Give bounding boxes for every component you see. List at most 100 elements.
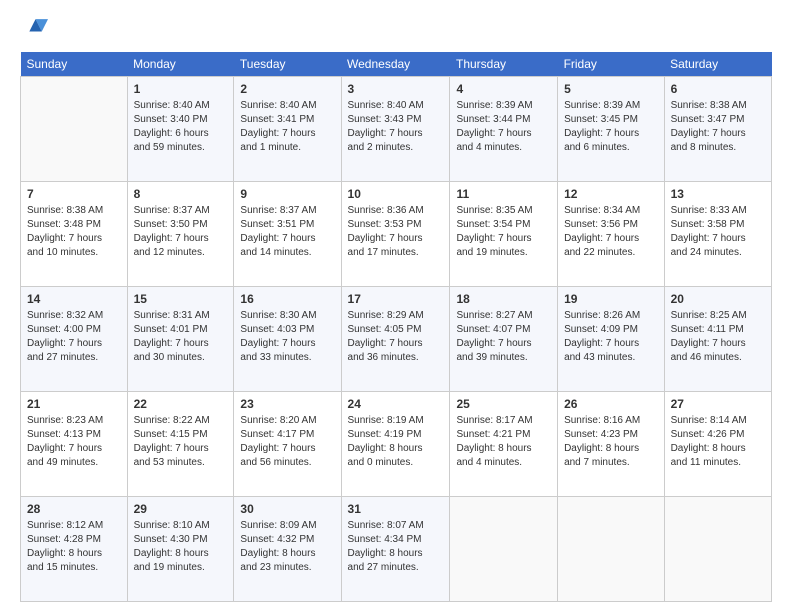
- day-info: Sunrise: 8:12 AMSunset: 4:28 PMDaylight:…: [27, 519, 121, 575]
- calendar-cell: [664, 497, 771, 602]
- calendar-cell: 9Sunrise: 8:37 AMSunset: 3:51 PMDaylight…: [234, 182, 341, 287]
- calendar-cell: 18Sunrise: 8:27 AMSunset: 4:07 PMDayligh…: [450, 287, 558, 392]
- day-number: 21: [27, 396, 121, 413]
- calendar-cell: 17Sunrise: 8:29 AMSunset: 4:05 PMDayligh…: [341, 287, 450, 392]
- calendar-cell: [450, 497, 558, 602]
- day-number: 16: [240, 291, 334, 308]
- calendar-cell: 20Sunrise: 8:25 AMSunset: 4:11 PMDayligh…: [664, 287, 771, 392]
- day-info: Sunrise: 8:40 AMSunset: 3:40 PMDaylight:…: [134, 99, 228, 155]
- calendar-cell: 24Sunrise: 8:19 AMSunset: 4:19 PMDayligh…: [341, 392, 450, 497]
- day-info: Sunrise: 8:32 AMSunset: 4:00 PMDaylight:…: [27, 309, 121, 365]
- day-info: Sunrise: 8:07 AMSunset: 4:34 PMDaylight:…: [348, 519, 444, 575]
- calendar-cell: 2Sunrise: 8:40 AMSunset: 3:41 PMDaylight…: [234, 77, 341, 182]
- day-info: Sunrise: 8:20 AMSunset: 4:17 PMDaylight:…: [240, 414, 334, 470]
- day-number: 9: [240, 186, 334, 203]
- day-info: Sunrise: 8:16 AMSunset: 4:23 PMDaylight:…: [564, 414, 658, 470]
- day-info: Sunrise: 8:26 AMSunset: 4:09 PMDaylight:…: [564, 309, 658, 365]
- calendar-cell: 14Sunrise: 8:32 AMSunset: 4:00 PMDayligh…: [21, 287, 128, 392]
- calendar-cell: 25Sunrise: 8:17 AMSunset: 4:21 PMDayligh…: [450, 392, 558, 497]
- day-number: 6: [671, 81, 765, 98]
- calendar-week-row: 7Sunrise: 8:38 AMSunset: 3:48 PMDaylight…: [21, 182, 772, 287]
- day-info: Sunrise: 8:36 AMSunset: 3:53 PMDaylight:…: [348, 204, 444, 260]
- day-info: Sunrise: 8:23 AMSunset: 4:13 PMDaylight:…: [27, 414, 121, 470]
- day-info: Sunrise: 8:37 AMSunset: 3:51 PMDaylight:…: [240, 204, 334, 260]
- day-info: Sunrise: 8:34 AMSunset: 3:56 PMDaylight:…: [564, 204, 658, 260]
- weekday-sunday: Sunday: [21, 52, 128, 77]
- calendar-cell: 23Sunrise: 8:20 AMSunset: 4:17 PMDayligh…: [234, 392, 341, 497]
- calendar-header: SundayMondayTuesdayWednesdayThursdayFrid…: [21, 52, 772, 77]
- day-number: 23: [240, 396, 334, 413]
- calendar-cell: 27Sunrise: 8:14 AMSunset: 4:26 PMDayligh…: [664, 392, 771, 497]
- calendar-week-row: 21Sunrise: 8:23 AMSunset: 4:13 PMDayligh…: [21, 392, 772, 497]
- calendar-cell: 6Sunrise: 8:38 AMSunset: 3:47 PMDaylight…: [664, 77, 771, 182]
- calendar-cell: 19Sunrise: 8:26 AMSunset: 4:09 PMDayligh…: [558, 287, 665, 392]
- day-number: 24: [348, 396, 444, 413]
- day-info: Sunrise: 8:30 AMSunset: 4:03 PMDaylight:…: [240, 309, 334, 365]
- day-number: 1: [134, 81, 228, 98]
- calendar-week-row: 28Sunrise: 8:12 AMSunset: 4:28 PMDayligh…: [21, 497, 772, 602]
- day-number: 30: [240, 501, 334, 518]
- day-number: 4: [456, 81, 551, 98]
- weekday-friday: Friday: [558, 52, 665, 77]
- page: SundayMondayTuesdayWednesdayThursdayFrid…: [0, 0, 792, 612]
- day-info: Sunrise: 8:38 AMSunset: 3:47 PMDaylight:…: [671, 99, 765, 155]
- calendar-cell: 28Sunrise: 8:12 AMSunset: 4:28 PMDayligh…: [21, 497, 128, 602]
- day-number: 18: [456, 291, 551, 308]
- calendar-cell: 13Sunrise: 8:33 AMSunset: 3:58 PMDayligh…: [664, 182, 771, 287]
- day-number: 13: [671, 186, 765, 203]
- day-info: Sunrise: 8:40 AMSunset: 3:41 PMDaylight:…: [240, 99, 334, 155]
- day-number: 14: [27, 291, 121, 308]
- day-number: 7: [27, 186, 121, 203]
- calendar-cell: 8Sunrise: 8:37 AMSunset: 3:50 PMDaylight…: [127, 182, 234, 287]
- calendar-cell: 15Sunrise: 8:31 AMSunset: 4:01 PMDayligh…: [127, 287, 234, 392]
- day-number: 3: [348, 81, 444, 98]
- day-number: 28: [27, 501, 121, 518]
- weekday-header-row: SundayMondayTuesdayWednesdayThursdayFrid…: [21, 52, 772, 77]
- day-number: 22: [134, 396, 228, 413]
- calendar-body: 1Sunrise: 8:40 AMSunset: 3:40 PMDaylight…: [21, 77, 772, 602]
- weekday-tuesday: Tuesday: [234, 52, 341, 77]
- day-info: Sunrise: 8:40 AMSunset: 3:43 PMDaylight:…: [348, 99, 444, 155]
- day-number: 17: [348, 291, 444, 308]
- day-info: Sunrise: 8:33 AMSunset: 3:58 PMDaylight:…: [671, 204, 765, 260]
- day-info: Sunrise: 8:14 AMSunset: 4:26 PMDaylight:…: [671, 414, 765, 470]
- day-info: Sunrise: 8:10 AMSunset: 4:30 PMDaylight:…: [134, 519, 228, 575]
- day-number: 19: [564, 291, 658, 308]
- weekday-thursday: Thursday: [450, 52, 558, 77]
- day-number: 31: [348, 501, 444, 518]
- weekday-monday: Monday: [127, 52, 234, 77]
- day-info: Sunrise: 8:27 AMSunset: 4:07 PMDaylight:…: [456, 309, 551, 365]
- day-info: Sunrise: 8:22 AMSunset: 4:15 PMDaylight:…: [134, 414, 228, 470]
- day-number: 11: [456, 186, 551, 203]
- day-info: Sunrise: 8:39 AMSunset: 3:44 PMDaylight:…: [456, 99, 551, 155]
- calendar-cell: [21, 77, 128, 182]
- calendar-cell: 16Sunrise: 8:30 AMSunset: 4:03 PMDayligh…: [234, 287, 341, 392]
- day-number: 12: [564, 186, 658, 203]
- weekday-saturday: Saturday: [664, 52, 771, 77]
- logo: [20, 16, 52, 44]
- day-number: 8: [134, 186, 228, 203]
- day-number: 27: [671, 396, 765, 413]
- day-number: 20: [671, 291, 765, 308]
- day-info: Sunrise: 8:39 AMSunset: 3:45 PMDaylight:…: [564, 99, 658, 155]
- calendar-cell: 26Sunrise: 8:16 AMSunset: 4:23 PMDayligh…: [558, 392, 665, 497]
- calendar-week-row: 1Sunrise: 8:40 AMSunset: 3:40 PMDaylight…: [21, 77, 772, 182]
- weekday-wednesday: Wednesday: [341, 52, 450, 77]
- day-number: 2: [240, 81, 334, 98]
- day-number: 25: [456, 396, 551, 413]
- calendar-cell: 12Sunrise: 8:34 AMSunset: 3:56 PMDayligh…: [558, 182, 665, 287]
- calendar-cell: 11Sunrise: 8:35 AMSunset: 3:54 PMDayligh…: [450, 182, 558, 287]
- day-info: Sunrise: 8:35 AMSunset: 3:54 PMDaylight:…: [456, 204, 551, 260]
- day-info: Sunrise: 8:37 AMSunset: 3:50 PMDaylight:…: [134, 204, 228, 260]
- day-info: Sunrise: 8:31 AMSunset: 4:01 PMDaylight:…: [134, 309, 228, 365]
- day-number: 29: [134, 501, 228, 518]
- calendar-cell: 4Sunrise: 8:39 AMSunset: 3:44 PMDaylight…: [450, 77, 558, 182]
- day-info: Sunrise: 8:29 AMSunset: 4:05 PMDaylight:…: [348, 309, 444, 365]
- day-info: Sunrise: 8:19 AMSunset: 4:19 PMDaylight:…: [348, 414, 444, 470]
- day-number: 26: [564, 396, 658, 413]
- day-number: 15: [134, 291, 228, 308]
- calendar-cell: 21Sunrise: 8:23 AMSunset: 4:13 PMDayligh…: [21, 392, 128, 497]
- calendar-cell: 1Sunrise: 8:40 AMSunset: 3:40 PMDaylight…: [127, 77, 234, 182]
- calendar-week-row: 14Sunrise: 8:32 AMSunset: 4:00 PMDayligh…: [21, 287, 772, 392]
- calendar-cell: 3Sunrise: 8:40 AMSunset: 3:43 PMDaylight…: [341, 77, 450, 182]
